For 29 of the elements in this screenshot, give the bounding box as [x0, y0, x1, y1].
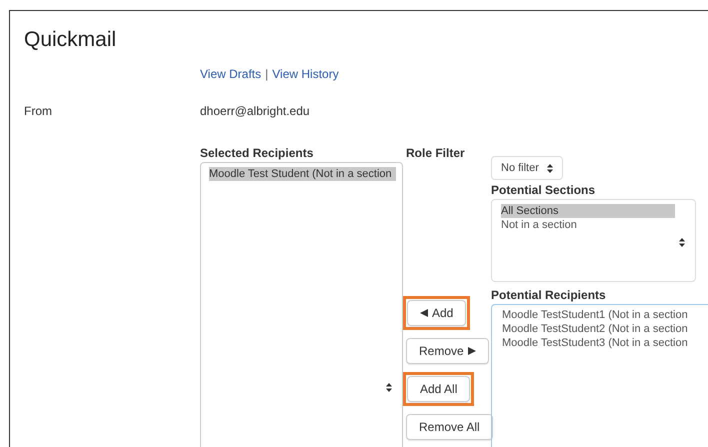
selected-recipients-label: Selected Recipients — [200, 146, 314, 160]
list-option[interactable]: Moodle TestStudent1 (Not in a section — [502, 308, 692, 322]
right-triangle-icon — [468, 347, 476, 355]
left-triangle-icon — [420, 309, 428, 317]
list-option[interactable]: All Sections — [501, 204, 675, 218]
action-button[interactable]: Add — [407, 300, 466, 326]
list-option[interactable]: Not in a section — [501, 218, 577, 232]
list-option[interactable]: Moodle Test Student (Not in a section — [209, 167, 396, 181]
action-button[interactable]: Add All — [407, 376, 470, 402]
page-title: Quickmail — [24, 27, 118, 53]
role-filter-select[interactable]: No filter — [491, 156, 563, 180]
sort-arrows-icon — [679, 238, 685, 247]
from-label: From — [24, 103, 53, 120]
potential-sections-label: Potential Sections — [491, 183, 596, 197]
potential-sections-list[interactable]: All Sections Not in a section — [491, 199, 696, 282]
view-history-link[interactable]: View History — [272, 65, 339, 83]
action-button[interactable]: Remove — [406, 338, 489, 364]
list-option[interactable]: Moodle TestStudent2 (Not in a section — [502, 322, 692, 336]
sort-arrows-icon — [386, 383, 392, 392]
action-button[interactable]: Remove All — [406, 414, 493, 440]
link-separator: | — [265, 66, 268, 83]
role-filter-label: Role Filter — [406, 146, 466, 160]
potential-recipients-list[interactable]: Moodle TestStudent1 (Not in a section Moodle TestStudent2 (Not in a section Moodle TestStudent3 (Not in a section — [491, 304, 708, 447]
sort-arrows-icon — [546, 164, 553, 172]
selected-recipients-list[interactable]: Moodle Test Student (Not in a section — [200, 162, 403, 447]
list-option[interactable]: Moodle TestStudent3 (Not in a section — [502, 336, 692, 350]
from-value: dhoerr@albright.edu — [200, 103, 310, 120]
potential-recipients-label: Potential Recipients — [491, 288, 607, 302]
view-drafts-link[interactable]: View Drafts — [200, 65, 262, 83]
